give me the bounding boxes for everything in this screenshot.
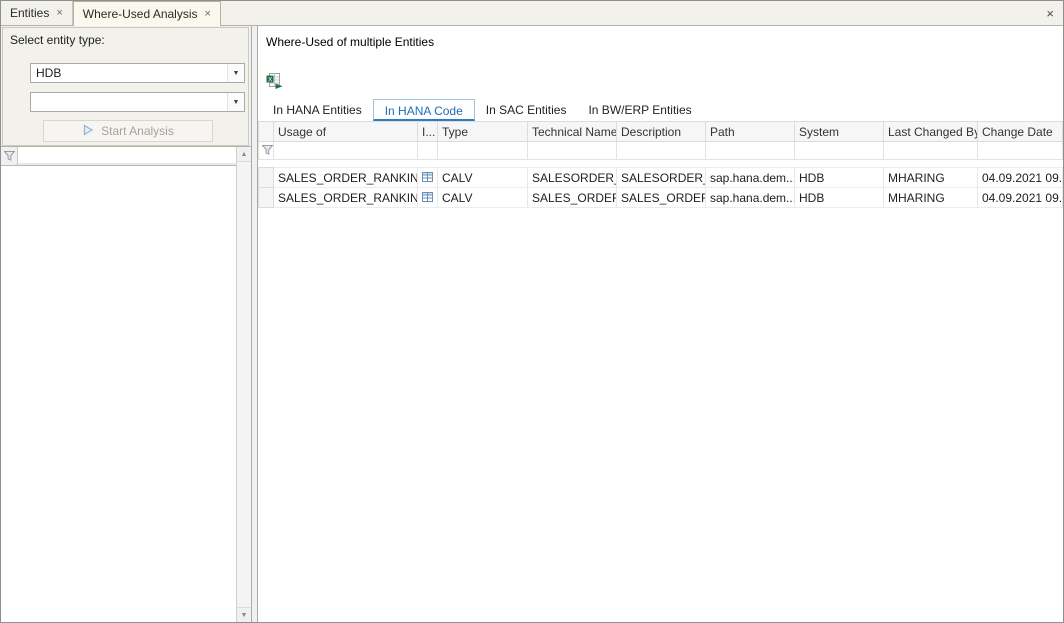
- grid-corner: [259, 122, 274, 142]
- start-analysis-label: Start Analysis: [101, 124, 174, 138]
- filter-cell[interactable]: [528, 142, 617, 160]
- calculation-view-icon-cell: [418, 168, 438, 188]
- entity-list-filter-row: [1, 147, 236, 166]
- filter-cell[interactable]: [706, 142, 795, 160]
- tab-close-icon[interactable]: ×: [56, 8, 62, 19]
- chevron-down-icon[interactable]: ▼: [227, 93, 244, 111]
- filter-cell[interactable]: [795, 142, 884, 160]
- filter-cell[interactable]: [884, 142, 978, 160]
- filter-icon: [262, 145, 273, 155]
- entity-list: ▲ ▼: [1, 146, 251, 622]
- grid-cell[interactable]: HDB: [795, 188, 884, 208]
- column-header[interactable]: Path: [706, 122, 795, 142]
- window-tab-bar: Entities × Where-Used Analysis × ×: [1, 1, 1063, 26]
- window-tab-entities[interactable]: Entities ×: [1, 1, 73, 25]
- column-header[interactable]: Last Changed By: [884, 122, 978, 142]
- app-window: Entities × Where-Used Analysis × × Select e…: [0, 0, 1064, 623]
- grid-cell[interactable]: SALES_ORDER...: [528, 188, 617, 208]
- entity-type-caption: Select entity type:: [3, 28, 248, 47]
- window-tab-label: Where-Used Analysis: [83, 7, 198, 21]
- start-analysis-button[interactable]: Start Analysis: [43, 120, 213, 142]
- excel-icon: X: [266, 73, 283, 90]
- column-header[interactable]: Usage of: [274, 122, 418, 142]
- grid-cell[interactable]: CALV: [438, 188, 528, 208]
- entity-selection-panel: Select entity type: HDB ▼ ▼ Start Analys…: [1, 26, 252, 622]
- entity-type-group: Select entity type: HDB ▼ ▼ Start Analys…: [2, 27, 249, 146]
- results-table: Usage ofI...TypeTechnical NameDescriptio…: [258, 121, 1063, 208]
- calculation-view-icon: [421, 191, 434, 203]
- entity-list-header-cell[interactable]: [18, 147, 236, 165]
- grid-cell[interactable]: MHARING: [884, 168, 978, 188]
- grid-cell[interactable]: HDB: [795, 168, 884, 188]
- column-header[interactable]: System: [795, 122, 884, 142]
- results-tab-bar: In HANA EntitiesIn HANA CodeIn SAC Entit…: [258, 99, 1063, 121]
- tab-in-bw-erp-entities[interactable]: In BW/ERP Entities: [577, 99, 702, 121]
- results-title: Where-Used of multiple Entities: [266, 35, 434, 49]
- grid-cell[interactable]: MHARING: [884, 188, 978, 208]
- where-used-results-panel: Where-Used of multiple Entities X In HAN…: [257, 26, 1063, 622]
- grid-cell[interactable]: sap.hana.dem...: [706, 168, 795, 188]
- filter-cell[interactable]: [438, 142, 528, 160]
- grid-header-row: Usage ofI...TypeTechnical NameDescriptio…: [259, 122, 1063, 142]
- column-header[interactable]: Type: [438, 122, 528, 142]
- grid-row[interactable]: SALES_ORDER_RANKINGCALVSALESORDER_...SAL…: [259, 168, 1063, 188]
- grid-cell[interactable]: SALES_ORDER...: [617, 188, 706, 208]
- tab-close-icon[interactable]: ×: [205, 9, 211, 20]
- results-grid: Usage ofI...TypeTechnical NameDescriptio…: [258, 121, 1063, 208]
- window-tab-where-used-analysis[interactable]: Where-Used Analysis ×: [73, 1, 221, 26]
- play-icon: [82, 124, 94, 139]
- filter-icon: [4, 151, 15, 161]
- grid-filter-row: [259, 142, 1063, 160]
- grid-cell[interactable]: SALESORDER_...: [528, 168, 617, 188]
- column-header[interactable]: Description: [617, 122, 706, 142]
- grid-cell[interactable]: 04.09.2021 09...: [978, 168, 1063, 188]
- filter-cell[interactable]: [418, 142, 438, 160]
- tabbar-spacer: [221, 1, 1037, 25]
- column-header[interactable]: Technical Name: [528, 122, 617, 142]
- entity-combobox[interactable]: ▼: [30, 92, 245, 112]
- window-tab-label: Entities: [10, 6, 49, 20]
- filter-cell[interactable]: [617, 142, 706, 160]
- svg-text:X: X: [268, 76, 273, 83]
- grid-cell[interactable]: SALES_ORDER_RANKING: [274, 188, 418, 208]
- grid-cell[interactable]: SALES_ORDER_RANKING: [274, 168, 418, 188]
- calculation-view-icon: [421, 171, 434, 183]
- grid-cell[interactable]: CALV: [438, 168, 528, 188]
- row-indicator: [259, 168, 274, 188]
- grid-spacer: [259, 160, 1063, 168]
- tab-in-sac-entities[interactable]: In SAC Entities: [475, 99, 578, 121]
- filter-cell[interactable]: [274, 142, 418, 160]
- entity-type-combobox-value: HDB: [31, 66, 227, 80]
- grid-cell[interactable]: SALESORDER_...: [617, 168, 706, 188]
- scroll-down-icon[interactable]: ▼: [237, 607, 251, 622]
- filter-cell[interactable]: [978, 142, 1063, 160]
- grid-row[interactable]: SALES_ORDER_RANKINGCALVSALES_ORDER...SAL…: [259, 188, 1063, 208]
- filter-row-indicator[interactable]: [259, 142, 274, 160]
- export-to-excel-button[interactable]: X: [264, 72, 284, 91]
- grid-cell[interactable]: 04.09.2021 09...: [978, 188, 1063, 208]
- close-icon[interactable]: ×: [1037, 6, 1063, 21]
- row-indicator: [259, 188, 274, 208]
- filter-gutter[interactable]: [1, 147, 18, 165]
- calculation-view-icon-cell: [418, 188, 438, 208]
- scroll-up-icon[interactable]: ▲: [237, 147, 251, 162]
- column-header[interactable]: I...: [418, 122, 438, 142]
- entity-type-combobox[interactable]: HDB ▼: [30, 63, 245, 83]
- chevron-down-icon[interactable]: ▼: [227, 64, 244, 82]
- column-header[interactable]: Change Date: [978, 122, 1063, 142]
- tab-in-hana-code[interactable]: In HANA Code: [373, 99, 475, 121]
- vertical-scrollbar[interactable]: ▲ ▼: [236, 147, 251, 622]
- tab-in-hana-entities[interactable]: In HANA Entities: [262, 99, 373, 121]
- grid-cell[interactable]: sap.hana.dem...: [706, 188, 795, 208]
